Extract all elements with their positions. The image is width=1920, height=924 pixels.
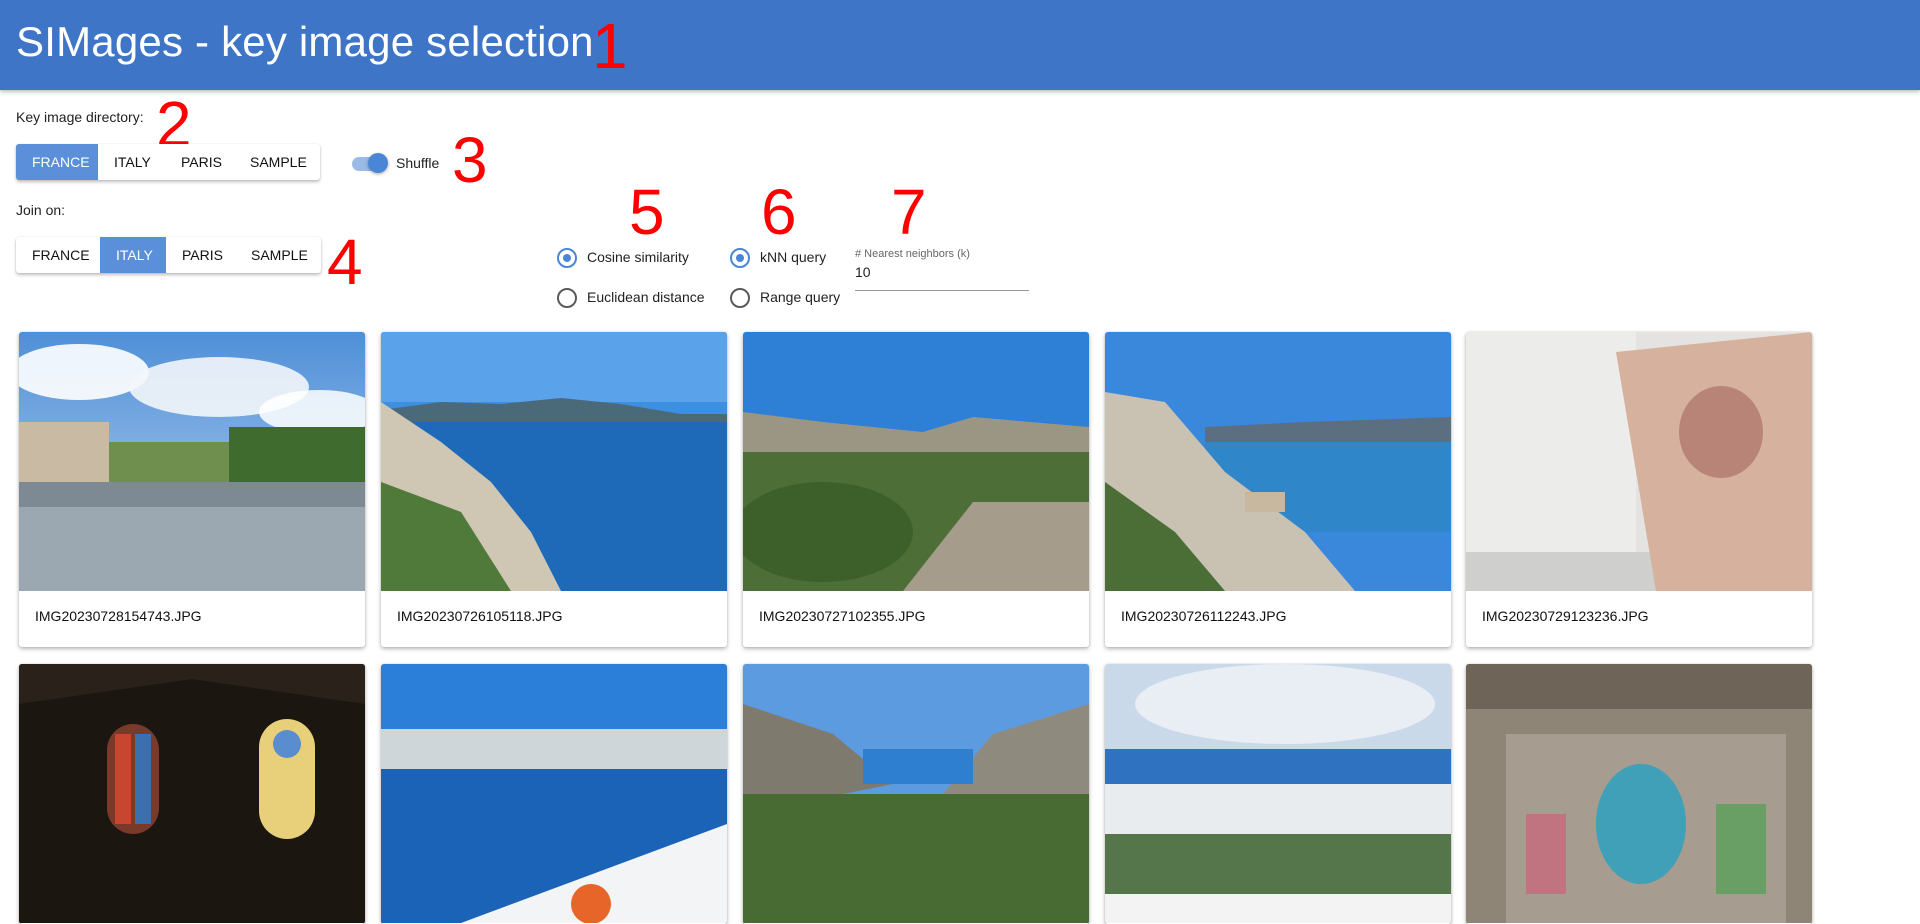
metric-cosine-radio[interactable]: Cosine similarity [557,246,717,270]
nearest-neighbors-value[interactable]: 10 [855,264,871,280]
key-directory-sample-button[interactable]: SAMPLE [234,144,320,180]
join-on-paris-button[interactable]: PARIS [166,237,235,273]
join-on-toggle-group: FRANCE ITALY PARIS SAMPLE [16,237,321,273]
key-directory-label: Key image directory: [16,109,144,125]
image-thumbnail [19,664,365,923]
radio-unchecked-icon [557,288,577,308]
metric-cosine-label: Cosine similarity [587,249,689,265]
app-bar: SIMages - key image selection [0,0,1920,90]
image-thumbnail [1466,332,1812,591]
join-on-italy-button[interactable]: ITALY [100,237,166,273]
image-card[interactable]: IMG20230727102355.JPG [743,332,1089,647]
image-filename: IMG20230727102355.JPG [759,608,926,624]
image-card[interactable] [19,664,365,924]
field-underline [855,290,1029,291]
image-thumbnail [1105,664,1451,923]
annotation-6: 6 [761,176,797,248]
image-thumbnail [381,332,727,591]
query-knn-label: kNN query [760,249,827,265]
metric-euclidean-radio[interactable]: Euclidean distance [557,286,717,310]
image-card[interactable] [743,664,1089,924]
image-filename: IMG20230728154743.JPG [35,608,202,624]
radio-unchecked-icon [730,288,750,308]
join-on-sample-button[interactable]: SAMPLE [235,237,321,273]
image-thumbnail [743,332,1089,591]
image-card[interactable]: IMG20230729123236.JPG [1466,332,1812,647]
image-filename: IMG20230726112243.JPG [1121,608,1287,624]
join-on-label: Join on: [16,202,66,218]
image-thumbnail [743,664,1089,923]
key-directory-france-button[interactable]: FRANCE [16,144,98,180]
annotation-1: 1 [592,10,628,82]
query-range-label: Range query [760,289,841,305]
radio-checked-icon [730,248,750,268]
image-card[interactable]: IMG20230728154743.JPG [19,332,365,647]
join-on-france-button[interactable]: FRANCE [16,237,100,273]
shuffle-switch[interactable]: Shuffle [352,151,472,177]
image-card[interactable]: IMG20230726105118.JPG [381,332,727,647]
image-thumbnail [1466,664,1812,923]
key-directory-paris-button[interactable]: PARIS [165,144,234,180]
shuffle-label: Shuffle [396,155,440,171]
image-card[interactable] [1105,664,1451,924]
query-knn-radio[interactable]: kNN query [730,246,850,270]
image-filename: IMG20230729123236.JPG [1482,608,1649,624]
app-title: SIMages - key image selection [16,18,594,65]
annotation-4: 4 [327,226,363,298]
shuffle-switch-thumb [368,153,388,173]
image-filename: IMG20230726105118.JPG [397,608,563,624]
image-card[interactable] [1466,664,1812,924]
nearest-neighbors-label: # Nearest neighbors (k) [855,248,970,260]
key-directory-italy-button[interactable]: ITALY [98,144,165,180]
image-thumbnail [381,664,727,923]
nearest-neighbors-field[interactable]: # Nearest neighbors (k) 10 [855,248,1029,294]
query-range-radio[interactable]: Range query [730,286,850,310]
image-thumbnail [19,332,365,591]
image-card[interactable]: IMG20230726112243.JPG [1105,332,1451,647]
image-thumbnail [1105,332,1451,591]
radio-checked-icon [557,248,577,268]
metric-euclidean-label: Euclidean distance [587,289,705,305]
image-card[interactable] [381,664,727,924]
annotation-5: 5 [629,176,665,248]
annotation-7: 7 [891,176,927,248]
key-directory-toggle-group: FRANCE ITALY PARIS SAMPLE [16,144,320,180]
